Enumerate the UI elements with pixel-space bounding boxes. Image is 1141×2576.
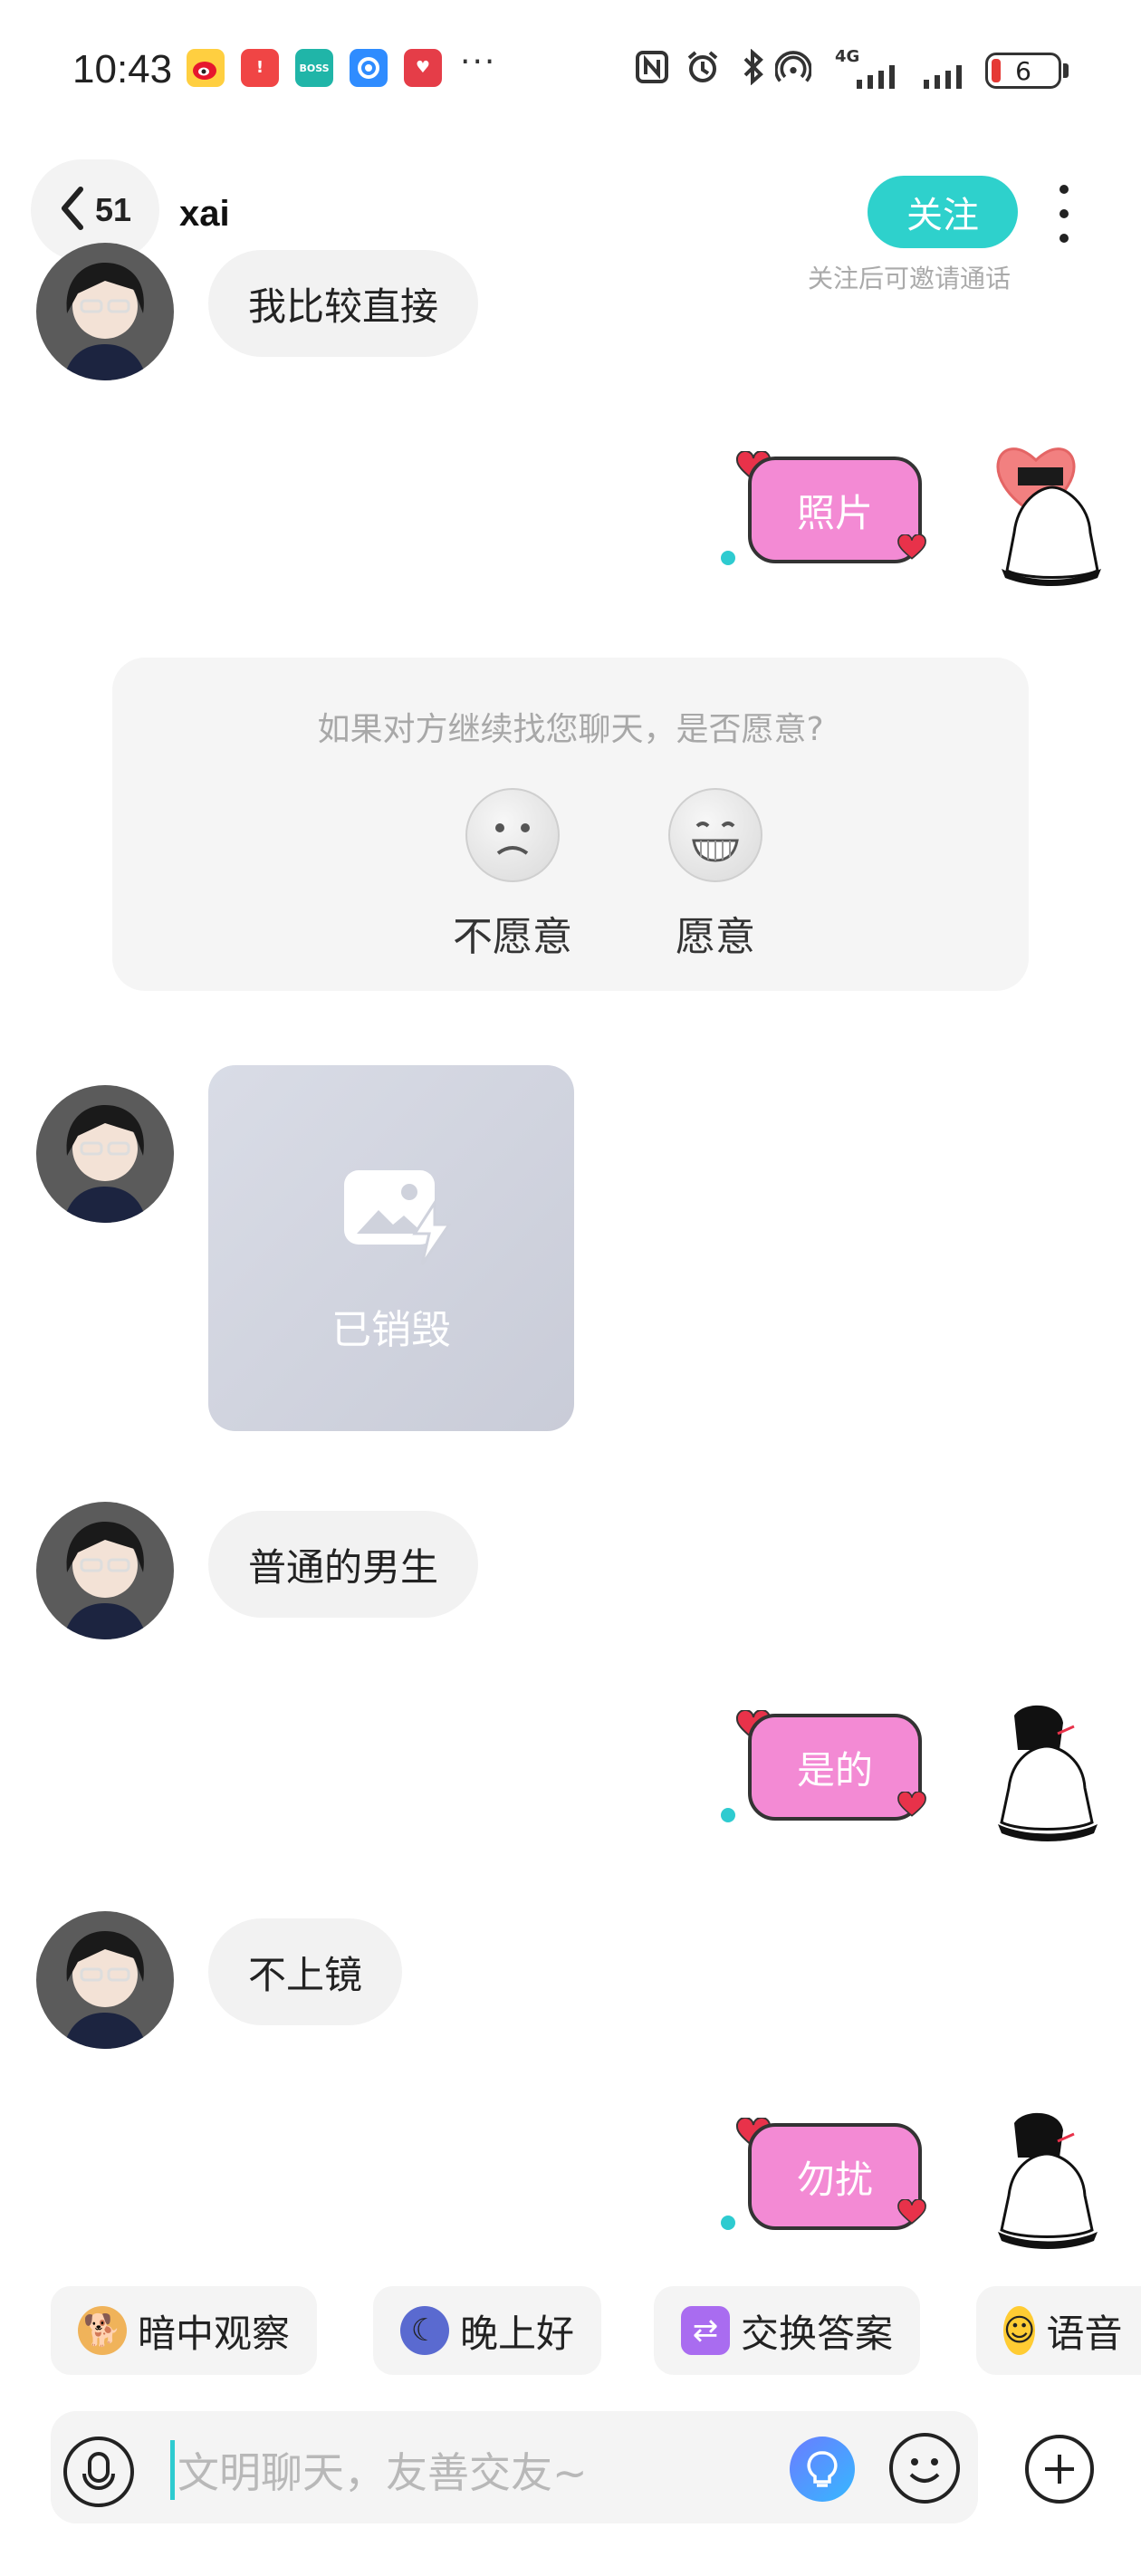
follow-button[interactable]: 关注 <box>868 176 1018 248</box>
boss-app-icon: BOSS <box>295 49 333 87</box>
signal-strength-1-icon <box>833 63 906 94</box>
signal-strength-2-icon <box>920 63 976 94</box>
quick-reply-label: 交换答案 <box>741 2311 894 2356</box>
unread-count: 51 <box>94 191 132 228</box>
self-avatar[interactable] <box>982 1697 1105 1842</box>
unread-dot <box>721 551 735 565</box>
sad-face-icon <box>465 788 560 882</box>
peer-avatar[interactable] <box>36 1502 174 1639</box>
emoji-button[interactable] <box>889 2433 960 2504</box>
willing-label: 愿意 <box>676 914 755 960</box>
battery-indicator: 6 <box>985 53 1061 89</box>
peer-avatar[interactable] <box>36 1085 174 1223</box>
quick-reply-label: 晚上好 <box>460 2311 575 2356</box>
ai-assistant-button[interactable] <box>790 2437 855 2502</box>
moon-face-icon: ☾ <box>400 2306 449 2355</box>
heart-icon <box>896 533 927 562</box>
willing-option[interactable]: 愿意 <box>625 788 806 962</box>
plus-icon <box>1045 2455 1074 2484</box>
more-notifications-icon: ··· <box>460 43 497 81</box>
weibo-icon <box>187 49 225 87</box>
smile-face-icon: ☺ <box>1003 2306 1036 2355</box>
message-bubble[interactable]: 不上镜 <box>208 1918 403 2025</box>
willingness-prompt-card: 如果对方继续找您聊天，是否愿意? 不愿意 愿意 <box>112 658 1029 991</box>
status-time: 10:43 <box>72 47 173 91</box>
browser-app-icon <box>350 49 388 87</box>
quick-reply-chip[interactable]: 🐕 暗中观察 <box>51 2286 318 2375</box>
lightbulb-icon <box>807 2451 838 2487</box>
back-arrow-icon <box>59 186 86 235</box>
self-avatar[interactable] <box>982 2105 1105 2250</box>
microphone-icon <box>82 2452 115 2490</box>
quick-reply-chip[interactable]: ☺ 语音 <box>976 2286 1141 2375</box>
unwilling-label: 不愿意 <box>453 914 572 960</box>
red-alert-app-icon: ! <box>241 49 279 87</box>
unread-dot <box>721 2216 735 2230</box>
swap-icon: ⇄ <box>681 2306 730 2355</box>
message-input[interactable]: 文明聊天，友善交友~ <box>177 2440 588 2500</box>
quick-reply-label: 暗中观察 <box>138 2311 291 2356</box>
battery-level: 6 <box>1015 55 1031 86</box>
grin-face-icon <box>668 788 762 882</box>
text-caret <box>170 2440 175 2500</box>
bluetooth-icon <box>735 49 772 85</box>
peer-avatar[interactable] <box>36 243 174 380</box>
unwilling-option[interactable]: 不愿意 <box>422 788 603 962</box>
message-bubble[interactable]: 普通的男生 <box>208 1511 479 1618</box>
heart-icon <box>896 2198 927 2226</box>
quick-reply-chip[interactable]: ☾ 晚上好 <box>373 2286 602 2375</box>
more-options-icon[interactable] <box>1049 185 1079 243</box>
voice-input-button[interactable] <box>63 2437 134 2507</box>
hotspot-icon <box>775 49 811 85</box>
alarm-icon <box>685 49 721 85</box>
heart-icon <box>896 1791 927 1819</box>
image-destroyed-icon <box>340 1167 458 1270</box>
smiley-icon <box>909 2458 940 2483</box>
peer-avatar[interactable] <box>36 1911 174 2049</box>
chat-title: xai <box>179 194 230 234</box>
destroyed-image-message[interactable]: 已销毁 <box>208 1065 574 1431</box>
prompt-question: 如果对方继续找您聊天，是否愿意? <box>317 711 824 748</box>
destroyed-label: 已销毁 <box>331 1307 451 1353</box>
shiba-peek-icon: 🐕 <box>78 2306 127 2355</box>
battery-tip <box>1063 63 1069 78</box>
self-avatar[interactable] <box>982 424 1105 586</box>
quick-reply-chip[interactable]: ⇄ 交换答案 <box>654 2286 921 2375</box>
nfc-icon <box>634 49 670 85</box>
add-attachment-button[interactable] <box>1025 2435 1094 2504</box>
heart-app-icon: ♥ <box>404 49 442 87</box>
quick-reply-label: 语音 <box>1046 2311 1123 2356</box>
unread-dot <box>721 1808 735 1822</box>
